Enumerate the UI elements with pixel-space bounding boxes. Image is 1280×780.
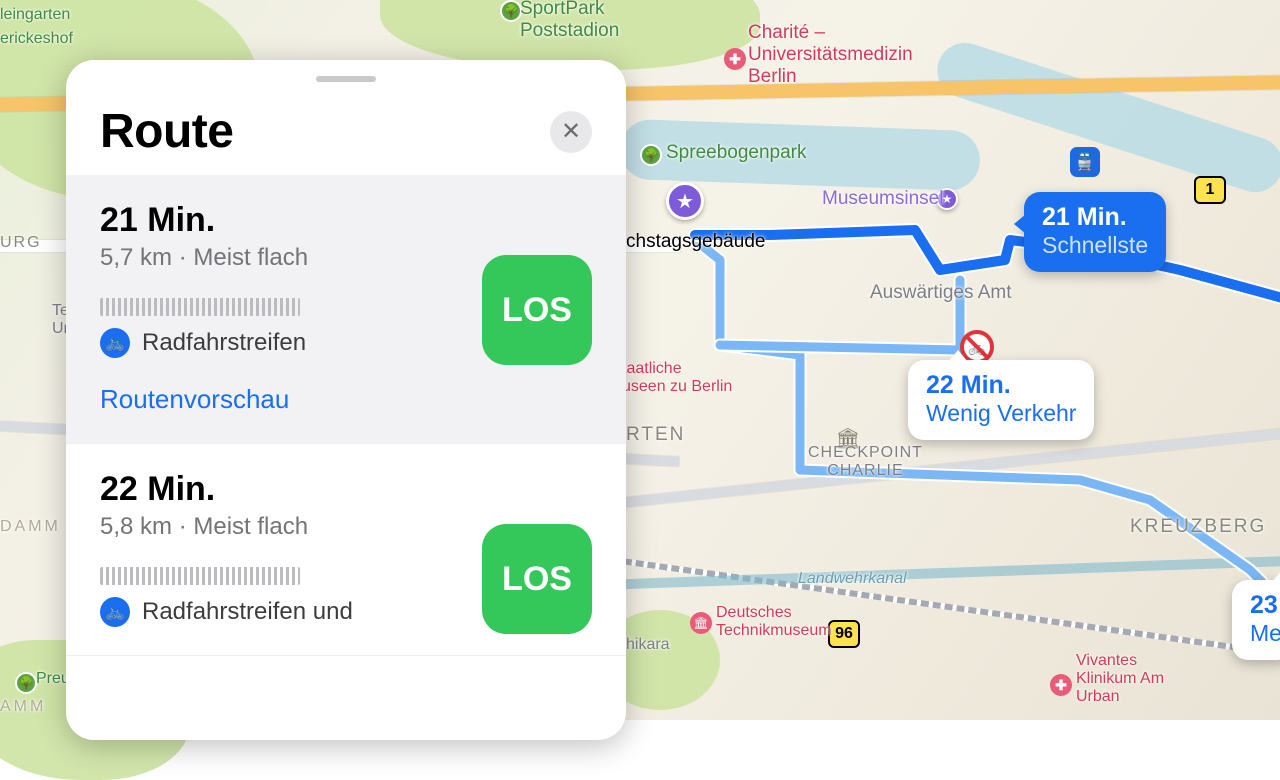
train-icon: 🚆: [1074, 152, 1095, 172]
route-option-1[interactable]: 21 Min. 5,7 km · Meist flach 🚲 Radfahrst…: [66, 175, 626, 444]
map-label: URG: [0, 234, 42, 252]
map-label-reichstag: chstagsgebäude: [626, 231, 765, 253]
callout-tag: Schnellste: [1042, 232, 1148, 260]
map-label: DAMM: [0, 518, 61, 536]
bicycle-icon: 🚲: [100, 328, 130, 358]
lane-info: Radfahrstreifen und: [142, 598, 353, 626]
go-button[interactable]: LOS: [482, 255, 592, 365]
map-label-museumsinsel: Museumsinsel: [822, 188, 943, 210]
map-label: leingarten: [0, 6, 70, 24]
hospital-icon[interactable]: ✚: [1050, 674, 1072, 696]
lane-info: Radfahrstreifen: [142, 329, 306, 357]
close-icon: ✕: [561, 117, 581, 146]
map-label-tiergarten: RTEN: [626, 424, 685, 446]
bicycle-icon: 🚲: [100, 597, 130, 627]
callout-tag: Mei: [1250, 620, 1280, 648]
map-label-technikmuseum: Deutsches Technikmuseum: [716, 604, 832, 640]
elevation-profile-icon: [100, 567, 300, 585]
route-callout-third[interactable]: 23 Mei: [1232, 580, 1280, 660]
route-time: 22 Min.: [100, 470, 592, 509]
route-callout-main[interactable]: 21 Min. Schnellste: [1024, 192, 1166, 272]
route-panel[interactable]: Route ✕ 21 Min. 5,7 km · Meist flach 🚲 R…: [66, 60, 626, 740]
route-preview-link[interactable]: Routenvorschau: [100, 384, 289, 415]
callout-time: 22 Min.: [926, 370, 1076, 400]
callout-time: 23: [1250, 590, 1280, 620]
close-button[interactable]: ✕: [550, 111, 592, 153]
map-label-sportpark: SportPark Poststadion: [520, 0, 619, 42]
route-callout-alt[interactable]: 22 Min. Wenig Verkehr: [908, 360, 1094, 440]
map-label-auswaertiges: Auswärtiges Amt: [870, 282, 1012, 304]
hospital-icon[interactable]: ✚: [724, 48, 746, 70]
panel-title: Route: [100, 104, 233, 159]
map-label-charite: Charité – Universitätsmedizin Berlin: [748, 22, 913, 88]
museum-icon[interactable]: 🏛: [690, 612, 712, 634]
route-time: 21 Min.: [100, 201, 592, 240]
map-label: AMM: [0, 698, 46, 716]
map-label-spreebogen: Spreebogenpark: [666, 142, 807, 164]
road-shield-1: 1: [1194, 176, 1226, 204]
map-label: hikara: [626, 636, 670, 654]
map-label: erickeshof: [0, 30, 73, 48]
go-button[interactable]: LOS: [482, 524, 592, 634]
park-icon[interactable]: 🌳: [640, 144, 662, 166]
map-label-museen: taatliche useen zu Berlin: [622, 360, 732, 396]
drag-handle[interactable]: [316, 76, 376, 82]
park-icon[interactable]: 🌳: [500, 0, 522, 22]
star-icon: ★: [676, 189, 694, 214]
transit-station-icon[interactable]: 🚆: [1070, 147, 1100, 177]
route-option-2[interactable]: 22 Min. 5,8 km · Meist flach 🚲 Radfahrst…: [66, 444, 626, 656]
poi-start-pin[interactable]: ★: [666, 182, 704, 220]
elevation-profile-icon: [100, 298, 300, 316]
callout-tag: Wenig Verkehr: [926, 400, 1076, 428]
road-shield-96: 96: [828, 620, 860, 648]
map-label-vivantes: Vivantes Klinikum Am Urban: [1076, 652, 1164, 706]
map-label-landwehr: Landwehrkanal: [798, 570, 907, 588]
map-label-kreuzberg: KREUZBERG: [1130, 516, 1266, 538]
park-icon[interactable]: 🌳: [15, 672, 37, 694]
callout-time: 21 Min.: [1042, 202, 1148, 232]
map-label-checkpoint: CHECKPOINT CHARLIE: [808, 444, 923, 480]
